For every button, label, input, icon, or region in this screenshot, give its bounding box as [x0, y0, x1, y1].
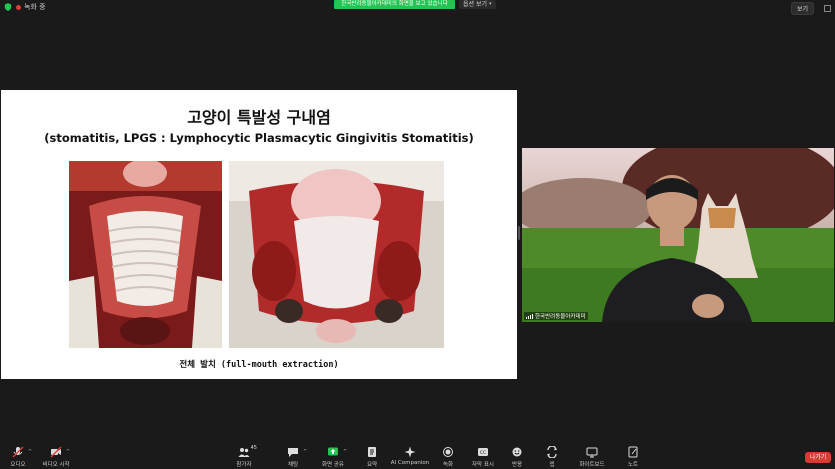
toolbar-captions-label: 자막 표시: [472, 462, 494, 468]
ai-companion-icon: [404, 446, 416, 458]
audio-options-chevron-icon[interactable]: ^: [28, 449, 32, 455]
video-camera-icon: [50, 446, 62, 458]
toolbar-summary-button[interactable]: 요약: [352, 446, 392, 468]
slide-title: 고양이 특발성 구내염: [187, 108, 331, 127]
record-icon: [443, 447, 453, 457]
slide-caption: 전체 발치 (full-mouth extraction): [179, 360, 339, 370]
recording-label: 녹화 중: [24, 3, 46, 11]
oral-cavity-photo-right: [229, 161, 444, 348]
toolbar-chat-label: 채팅: [287, 462, 299, 468]
microphone-icon: [12, 446, 24, 458]
chat-options-chevron-icon[interactable]: ^: [303, 449, 307, 455]
participant-name-tag: 한국반려동물아카데미: [524, 312, 588, 320]
participant-count: 45: [250, 445, 257, 451]
participant-name: 한국반려동물아카데미: [535, 314, 586, 320]
view-options-button[interactable]: 옵션 보기 ▾: [459, 0, 496, 9]
apps-icon: [547, 446, 557, 458]
shared-screen-slide: 고양이 특발성 구내염 (stomatitis, LPGS : Lymphocy…: [1, 90, 517, 379]
share-screen-icon: [328, 447, 338, 456]
signal-bars-icon: [526, 313, 533, 319]
toolbar-reactions-label: 반응: [511, 462, 523, 468]
toolbar-ai-companion-label: AI Companion: [390, 460, 430, 466]
oral-cavity-photo-left: [69, 161, 222, 348]
toolbar-video-label: 비디오 시작: [42, 462, 70, 468]
toolbar-summary-label: 요약: [366, 462, 378, 468]
whiteboard-icon: [586, 447, 598, 458]
notes-icon: [628, 446, 638, 458]
toolbar-share-screen-label: 화면 공유: [322, 462, 344, 468]
toolbar-whiteboard-label: 화이트보드: [579, 462, 605, 468]
toolbar-whiteboard-button[interactable]: 화이트보드: [572, 446, 612, 468]
toolbar-apps-label: 앱: [549, 462, 555, 468]
toolbar-participants-label: 참가자: [236, 462, 252, 468]
fullscreen-icon[interactable]: [824, 5, 831, 12]
record-dot-icon: [16, 4, 21, 10]
slide-subtitle: (stomatitis, LPGS : Lymphocytic Plasmacy…: [44, 131, 474, 145]
toolbar-notes-label: 노트: [627, 462, 639, 468]
recording-indicator[interactable]: 녹화 중: [16, 2, 46, 12]
chat-icon: [288, 448, 298, 457]
toolbar-record-button[interactable]: 녹화: [428, 446, 468, 468]
video-options-chevron-icon[interactable]: ^: [66, 449, 70, 455]
chevron-down-icon: ▾: [489, 1, 492, 7]
toolbar-reactions-button[interactable]: 반응: [497, 446, 537, 468]
view-options-label: 옵션 보기: [463, 1, 487, 8]
captions-icon: CC: [478, 448, 488, 456]
toolbar-apps-button[interactable]: 앱: [532, 446, 572, 468]
toolbar-participants-button[interactable]: 45 참가자: [224, 445, 264, 468]
speaker-video-frame: [522, 148, 834, 322]
svg-text:CC: CC: [480, 450, 486, 456]
summary-icon: [368, 447, 376, 457]
leave-meeting-button[interactable]: 나가기: [805, 452, 831, 463]
participants-icon: [238, 448, 250, 457]
toolbar-notes-button[interactable]: 노트: [613, 446, 653, 468]
resize-handle[interactable]: [518, 226, 520, 240]
view-button[interactable]: 보기: [790, 2, 814, 15]
speaker-video-tile[interactable]: 한국반려동물아카데미: [522, 148, 834, 322]
toolbar-record-label: 녹화: [442, 462, 454, 468]
security-shield-icon[interactable]: [4, 3, 12, 11]
toolbar-audio-label: 오디오: [10, 462, 26, 468]
reactions-icon: [512, 447, 522, 457]
toolbar-ai-companion-button[interactable]: AI Companion: [390, 446, 430, 466]
toolbar-audio-button[interactable]: 오디오: [0, 446, 38, 468]
top-bar: 녹화 중 한국반려동물아카데미의 화면을 보고 있습니다 옵션 보기 ▾ 보기: [0, 0, 835, 15]
screen-share-banner: 한국반려동물아카데미의 화면을 보고 있습니다: [334, 0, 455, 9]
share-options-chevron-icon[interactable]: ^: [343, 449, 347, 455]
